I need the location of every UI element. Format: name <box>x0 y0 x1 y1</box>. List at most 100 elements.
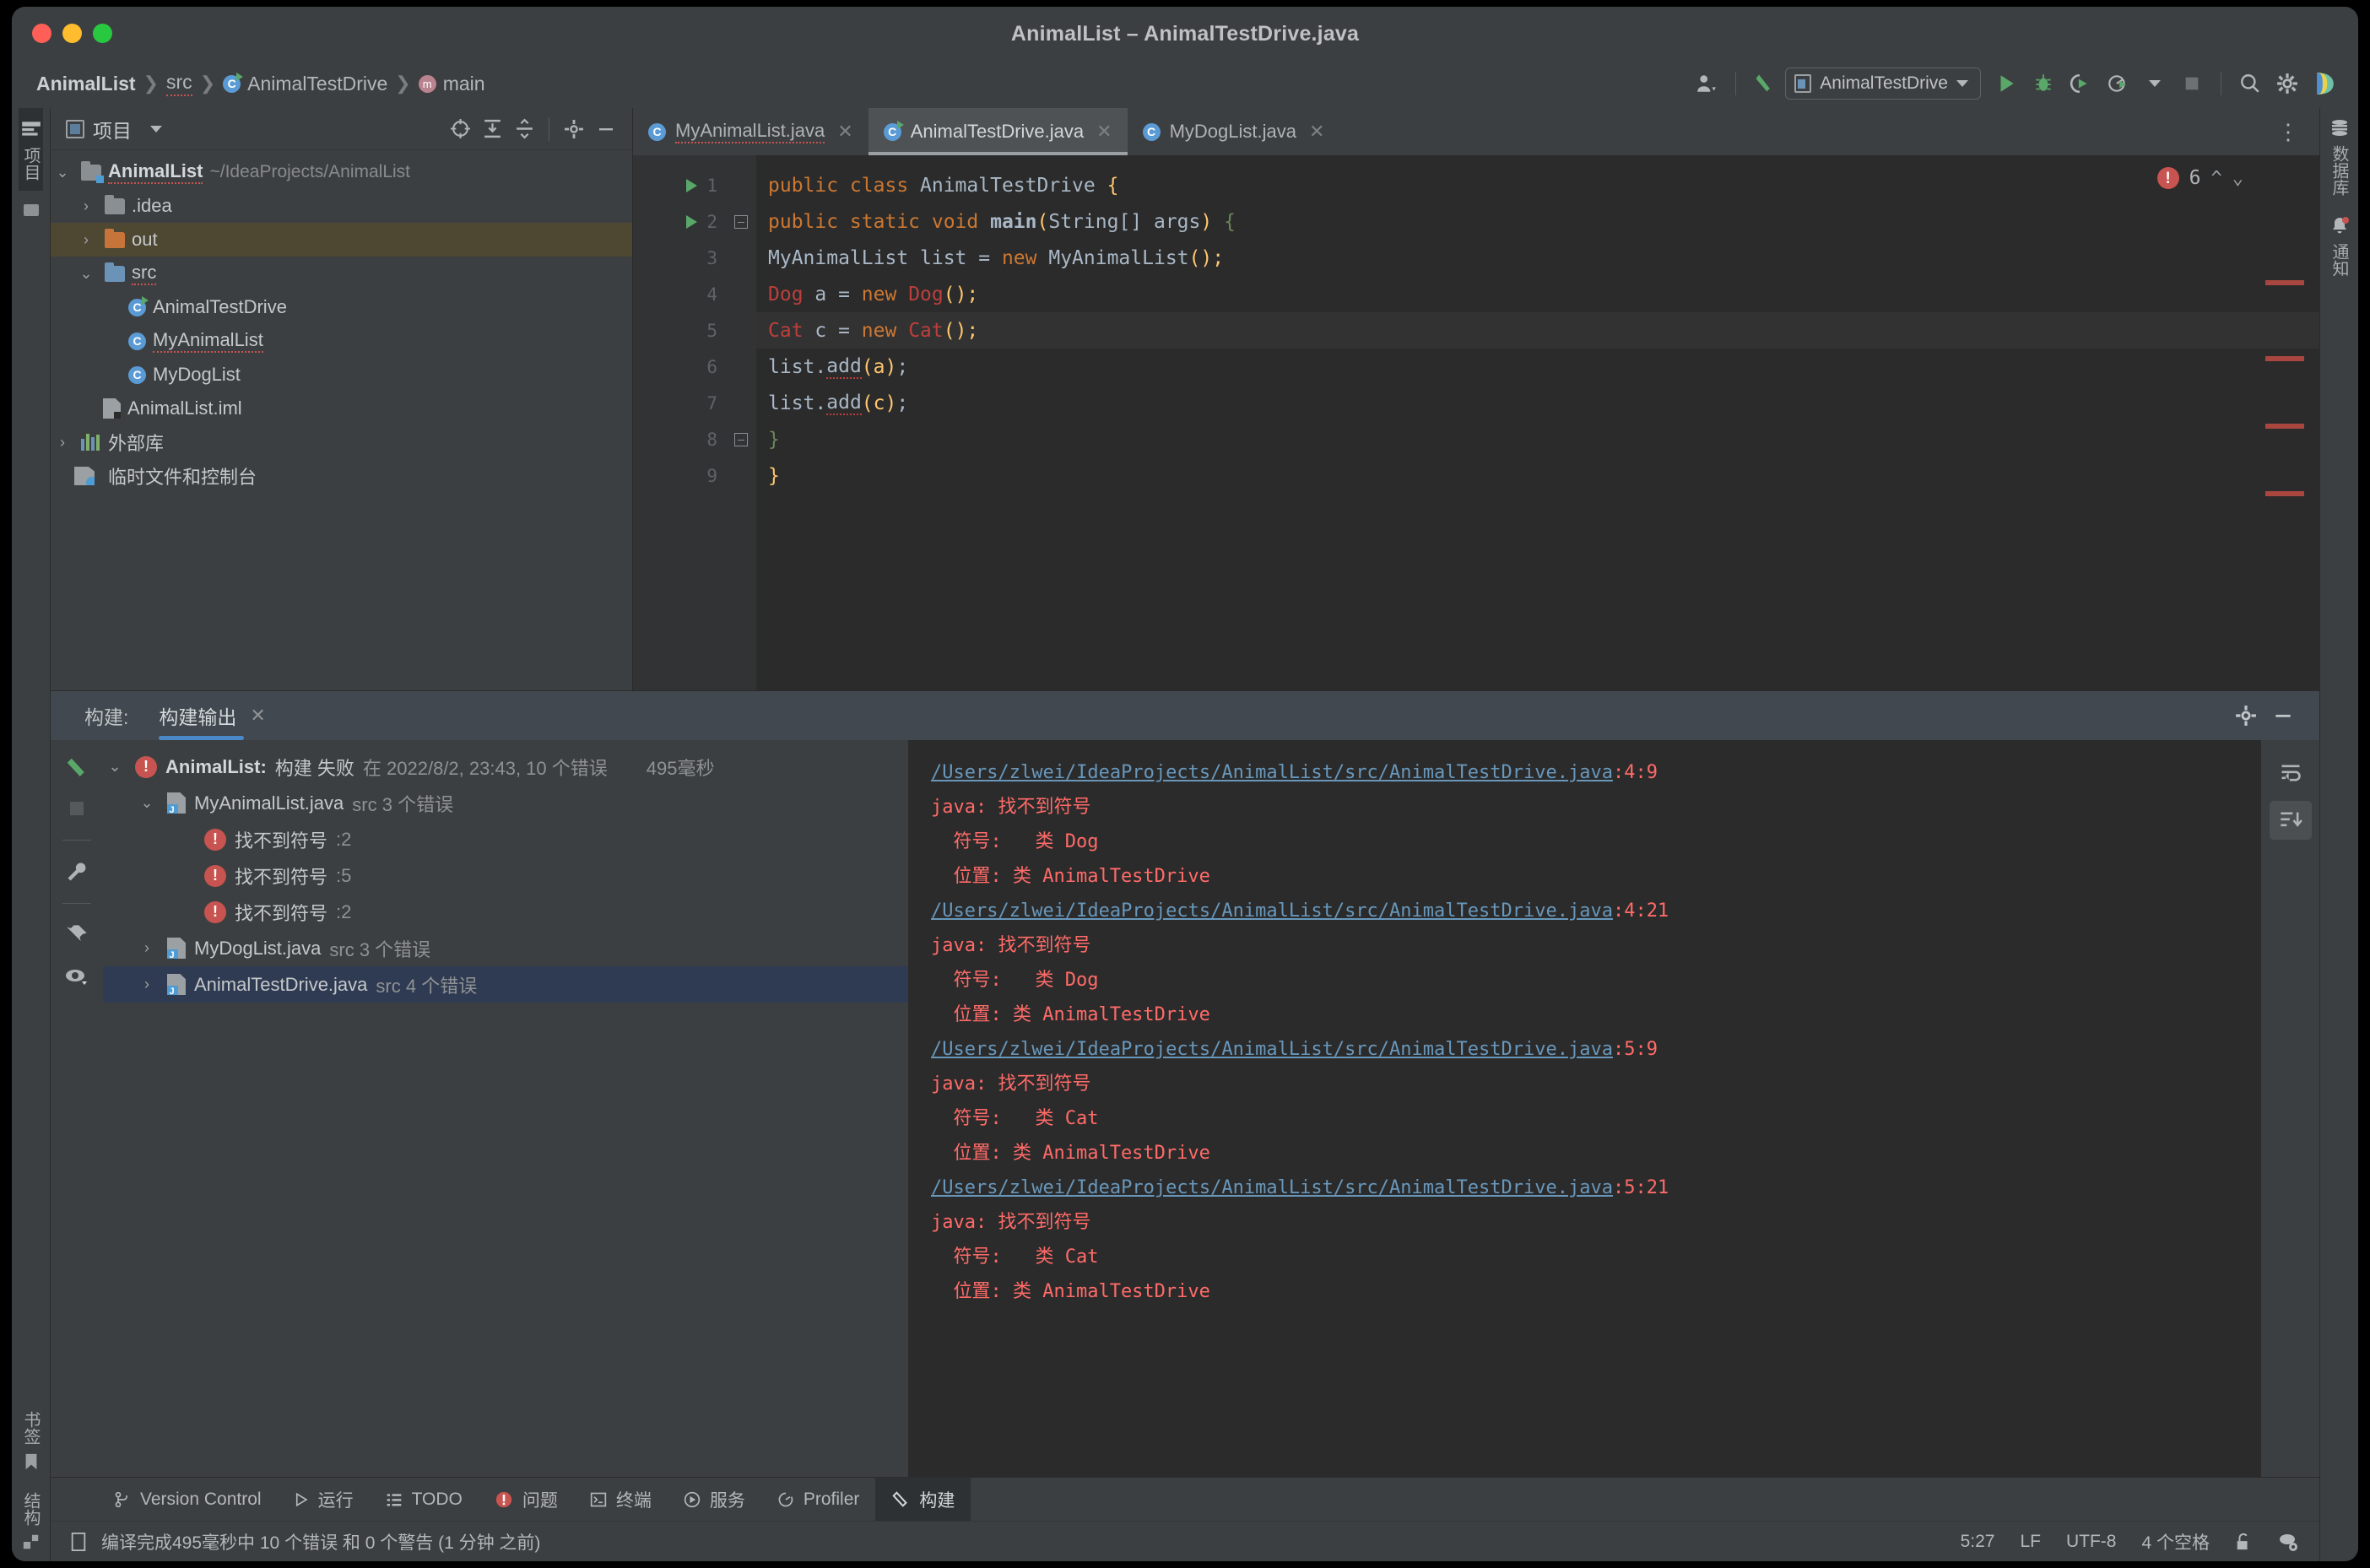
chevron-down-icon[interactable]: ⌄ <box>74 265 98 283</box>
tree-row-animallist[interactable]: ⌄ AnimalList ~/IdeaProjects/AnimalList <box>51 155 632 189</box>
chevron-down-icon[interactable]: ⌄ <box>103 758 127 776</box>
tree-row-mydoglist[interactable]: C MyDogList <box>51 358 632 392</box>
profiler-icon[interactable] <box>2101 67 2135 100</box>
scroll-to-end-icon[interactable] <box>2269 801 2312 840</box>
stop-icon[interactable] <box>62 794 91 823</box>
caret-position[interactable]: 5:27 <box>1961 1532 1995 1552</box>
file-encoding[interactable]: UTF-8 <box>2066 1532 2117 1552</box>
next-problem-icon[interactable]: ⌄ <box>2232 168 2243 189</box>
toolwindow-build[interactable]: 构建 <box>875 1477 971 1522</box>
sidebar-item-notifications[interactable]: 通知 <box>2327 206 2351 287</box>
profiler-dropdown-icon[interactable] <box>2138 67 2172 100</box>
more-tabs-icon[interactable]: ⋮ <box>2259 108 2319 155</box>
build-console[interactable]: /Users/zlwei/IdeaProjects/AnimalList/src… <box>909 740 2260 1477</box>
build-row-myanimallist[interactable]: ⌄ MyAnimalList.java src 3 个错误 <box>103 785 908 821</box>
tree-row-external-libraries[interactable]: › 外部库 <box>51 425 632 459</box>
code-text[interactable]: public class AnimalTestDrive { public st… <box>756 155 2319 690</box>
chevron-right-icon[interactable]: › <box>51 434 74 451</box>
tree-row-iml[interactable]: AnimalList.iml <box>51 392 632 425</box>
user-account-icon[interactable] <box>1690 67 1723 100</box>
prev-problem-icon[interactable]: ^ <box>2211 168 2222 189</box>
soft-wrap-icon[interactable] <box>2270 754 2312 792</box>
error-marker[interactable] <box>2265 280 2304 285</box>
build-row-root[interactable]: ⌄ ! AnimalList: 构建 失败 在 2022/8/2, 23:43,… <box>103 749 908 785</box>
collapse-all-icon[interactable] <box>510 115 538 143</box>
fold-region-icon[interactable] <box>734 214 748 229</box>
ai-assistant-icon[interactable] <box>2308 67 2341 100</box>
debug-icon[interactable] <box>2026 67 2060 100</box>
file-link[interactable]: /Users/zlwei/IdeaProjects/AnimalList/src… <box>931 900 1613 922</box>
line-separator[interactable]: LF <box>2020 1532 2041 1552</box>
toolwindow-todo[interactable]: TODO <box>370 1478 479 1522</box>
toolwindow-version-control[interactable]: Version Control <box>98 1478 278 1522</box>
close-icon[interactable]: ✕ <box>837 121 852 143</box>
error-marker[interactable] <box>2265 356 2304 361</box>
sidebar-item-bookmarks[interactable]: 书签 <box>19 1401 43 1482</box>
sidebar-item-commit[interactable] <box>21 191 41 231</box>
project-panel-title-group[interactable]: 项目 <box>66 115 162 143</box>
tree-row-myanimallist[interactable]: C MyAnimalList <box>51 324 632 358</box>
chevron-right-icon[interactable]: › <box>135 976 159 993</box>
chevron-down-icon[interactable]: ⌄ <box>135 794 159 812</box>
chevron-right-icon[interactable]: › <box>74 197 98 215</box>
close-icon[interactable]: ✕ <box>1309 121 1324 143</box>
build-result-tree[interactable]: ⌄ ! AnimalList: 构建 失败 在 2022/8/2, 23:43,… <box>103 740 909 1477</box>
console-line[interactable]: /Users/zlwei/IdeaProjects/AnimalList/src… <box>931 1032 2260 1067</box>
error-marker[interactable] <box>2265 424 2304 429</box>
file-link[interactable]: /Users/zlwei/IdeaProjects/AnimalList/src… <box>931 1039 1613 1060</box>
build-row-mydoglist[interactable]: › MyDogList.java src 3 个错误 <box>103 930 908 966</box>
tab-build-output[interactable]: 构建输出 ✕ <box>159 691 266 740</box>
toolwindow-profiler[interactable]: Profiler <box>761 1478 876 1522</box>
breadcrumb-item-project[interactable]: AnimalList <box>30 73 142 95</box>
toolwindow-services[interactable]: 服务 <box>668 1478 761 1522</box>
run-with-coverage-icon[interactable] <box>2064 67 2097 100</box>
chevron-down-icon[interactable]: ⌄ <box>51 164 74 181</box>
eye-icon[interactable] <box>62 961 91 990</box>
problems-indicator[interactable]: ! 6 ^ ⌄ <box>2156 167 2243 189</box>
console-line[interactable]: /Users/zlwei/IdeaProjects/AnimalList/src… <box>931 1171 2260 1205</box>
toolwindow-problems[interactable]: 问题 <box>479 1478 574 1522</box>
breadcrumb-item-class[interactable]: C AnimalTestDrive <box>217 72 393 95</box>
breadcrumb-item-src[interactable]: src <box>160 71 198 96</box>
close-icon[interactable]: ✕ <box>1096 121 1112 143</box>
chevron-right-icon[interactable]: › <box>135 939 159 957</box>
close-icon[interactable]: ✕ <box>250 705 265 727</box>
toolwindow-terminal[interactable]: 终端 <box>574 1478 668 1522</box>
read-only-lock-icon[interactable] <box>2235 1533 2252 1551</box>
run-gutter-icon[interactable] <box>686 214 697 229</box>
build-row-error[interactable]: ! 找不到符号 :2 <box>103 821 908 857</box>
search-everywhere-icon[interactable] <box>2233 67 2267 100</box>
tree-row-idea[interactable]: › .idea <box>51 189 632 223</box>
fold-region-icon[interactable] <box>734 432 748 446</box>
tree-row-src[interactable]: ⌄ src <box>51 257 632 290</box>
build-row-error[interactable]: ! 找不到符号 :5 <box>103 857 908 894</box>
run-configuration-selector[interactable]: AnimalTestDrive <box>1785 68 1981 100</box>
tab-mydoglist[interactable]: C MyDogList.java ✕ <box>1128 108 1340 155</box>
toolwindow-run[interactable]: 运行 <box>278 1478 370 1522</box>
memory-indicator-icon[interactable] <box>69 1532 88 1552</box>
breadcrumb-item-method[interactable]: m main <box>413 73 491 95</box>
tree-row-scratches[interactable]: 临时文件和控制台 <box>51 459 632 493</box>
build-hammer-icon[interactable] <box>1748 67 1782 100</box>
tab-myanimallist[interactable]: C MyAnimalList.java ✕ <box>633 108 868 155</box>
build-row-error[interactable]: ! 找不到符号 :2 <box>103 894 908 930</box>
hide-icon[interactable] <box>592 115 620 143</box>
tree-row-animaltestdrive[interactable]: C AnimalTestDrive <box>51 290 632 324</box>
chevron-right-icon[interactable]: › <box>74 231 98 249</box>
project-tree[interactable]: ⌄ AnimalList ~/IdeaProjects/AnimalList ›… <box>51 150 632 690</box>
console-line[interactable]: /Users/zlwei/IdeaProjects/AnimalList/src… <box>931 755 2260 790</box>
run-icon[interactable] <box>1989 67 2023 100</box>
settings-gear-icon[interactable] <box>560 115 588 143</box>
pin-icon[interactable] <box>62 921 91 949</box>
rebuild-hammer-icon[interactable] <box>62 754 91 782</box>
settings-gear-icon[interactable] <box>2270 67 2304 100</box>
sidebar-item-database[interactable]: 数据库 <box>2327 108 2351 206</box>
stop-icon[interactable] <box>2175 67 2209 100</box>
event-log-icon[interactable] <box>2277 1532 2299 1552</box>
build-row-animaltestdrive[interactable]: › AnimalTestDrive.java src 4 个错误 <box>103 966 908 1003</box>
settings-gear-icon[interactable] <box>2232 701 2260 730</box>
expand-all-icon[interactable] <box>478 115 506 143</box>
select-opened-file-icon[interactable] <box>446 115 474 143</box>
run-gutter-icon[interactable] <box>686 178 697 192</box>
settings-wrench-icon[interactable] <box>62 857 91 886</box>
